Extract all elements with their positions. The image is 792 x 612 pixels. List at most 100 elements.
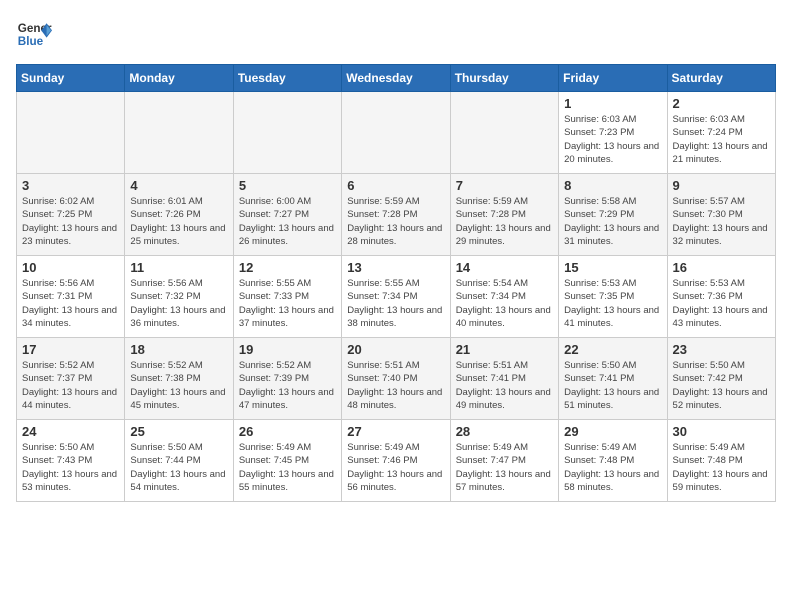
calendar-cell: 17 Sunrise: 5:52 AMSunset: 7:37 PMDayligh…	[17, 338, 125, 420]
day-number: 7	[456, 178, 553, 193]
day-number: 1	[564, 96, 661, 111]
day-info: Sunrise: 5:52 AMSunset: 7:38 PMDaylight:…	[130, 359, 227, 412]
day-number: 18	[130, 342, 227, 357]
weekday-header-row: SundayMondayTuesdayWednesdayThursdayFrid…	[17, 65, 776, 92]
week-row-4: 17 Sunrise: 5:52 AMSunset: 7:37 PMDayligh…	[17, 338, 776, 420]
weekday-header-thursday: Thursday	[450, 65, 558, 92]
calendar-cell: 18 Sunrise: 5:52 AMSunset: 7:38 PMDayligh…	[125, 338, 233, 420]
day-info: Sunrise: 5:50 AMSunset: 7:43 PMDaylight:…	[22, 441, 119, 494]
calendar-cell: 21 Sunrise: 5:51 AMSunset: 7:41 PMDayligh…	[450, 338, 558, 420]
calendar-cell: 6Sunrise: 5:59 AMSunset: 7:28 PMDaylight…	[342, 174, 450, 256]
day-info: Sunrise: 5:49 AMSunset: 7:45 PMDaylight:…	[239, 441, 336, 494]
day-info: Sunrise: 5:49 AMSunset: 7:48 PMDaylight:…	[564, 441, 661, 494]
calendar-cell: 28 Sunrise: 5:49 AMSunset: 7:47 PMDayligh…	[450, 420, 558, 502]
calendar-cell: 22Sunrise: 5:50 AMSunset: 7:41 PMDayligh…	[559, 338, 667, 420]
day-number: 30	[673, 424, 770, 439]
logo-icon: General Blue	[16, 16, 52, 52]
day-number: 27	[347, 424, 444, 439]
day-number: 9	[673, 178, 770, 193]
day-info: Sunrise: 5:53 AMSunset: 7:35 PMDaylight:…	[564, 277, 661, 330]
day-number: 17	[22, 342, 119, 357]
day-number: 5	[239, 178, 336, 193]
calendar-cell: 12 Sunrise: 5:55 AMSunset: 7:33 PMDayligh…	[233, 256, 341, 338]
calendar-cell: 9 Sunrise: 5:57 AMSunset: 7:30 PMDaylight…	[667, 174, 775, 256]
calendar-cell	[233, 92, 341, 174]
day-number: 22	[564, 342, 661, 357]
day-info: Sunrise: 5:56 AMSunset: 7:32 PMDaylight:…	[130, 277, 227, 330]
calendar-cell: 10 Sunrise: 5:56 AMSunset: 7:31 PMDayligh…	[17, 256, 125, 338]
calendar-cell: 29 Sunrise: 5:49 AMSunset: 7:48 PMDayligh…	[559, 420, 667, 502]
day-number: 15	[564, 260, 661, 275]
day-info: Sunrise: 5:51 AMSunset: 7:40 PMDaylight:…	[347, 359, 444, 412]
calendar-cell: 24 Sunrise: 5:50 AMSunset: 7:43 PMDayligh…	[17, 420, 125, 502]
day-info: Sunrise: 6:03 AMSunset: 7:23 PMDaylight:…	[564, 113, 661, 166]
day-info: Sunrise: 5:57 AMSunset: 7:30 PMDaylight:…	[673, 195, 770, 248]
day-info: Sunrise: 6:00 AMSunset: 7:27 PMDaylight:…	[239, 195, 336, 248]
calendar-cell	[17, 92, 125, 174]
calendar-cell: 2 Sunrise: 6:03 AMSunset: 7:24 PMDaylight…	[667, 92, 775, 174]
calendar-cell: 23 Sunrise: 5:50 AMSunset: 7:42 PMDayligh…	[667, 338, 775, 420]
day-number: 23	[673, 342, 770, 357]
day-info: Sunrise: 5:49 AMSunset: 7:47 PMDaylight:…	[456, 441, 553, 494]
calendar-cell: 25 Sunrise: 5:50 AMSunset: 7:44 PMDayligh…	[125, 420, 233, 502]
calendar-cell: 13Sunrise: 5:55 AMSunset: 7:34 PMDayligh…	[342, 256, 450, 338]
calendar-cell	[342, 92, 450, 174]
day-number: 2	[673, 96, 770, 111]
weekday-header-saturday: Saturday	[667, 65, 775, 92]
calendar-cell: 20 Sunrise: 5:51 AMSunset: 7:40 PMDayligh…	[342, 338, 450, 420]
day-info: Sunrise: 5:55 AMSunset: 7:33 PMDaylight:…	[239, 277, 336, 330]
day-number: 12	[239, 260, 336, 275]
calendar-cell: 26 Sunrise: 5:49 AMSunset: 7:45 PMDayligh…	[233, 420, 341, 502]
day-number: 29	[564, 424, 661, 439]
week-row-5: 24 Sunrise: 5:50 AMSunset: 7:43 PMDayligh…	[17, 420, 776, 502]
weekday-header-tuesday: Tuesday	[233, 65, 341, 92]
weekday-header-sunday: Sunday	[17, 65, 125, 92]
weekday-header-monday: Monday	[125, 65, 233, 92]
calendar-cell: 7 Sunrise: 5:59 AMSunset: 7:28 PMDaylight…	[450, 174, 558, 256]
day-number: 14	[456, 260, 553, 275]
day-number: 6	[347, 178, 444, 193]
day-info: Sunrise: 5:52 AMSunset: 7:39 PMDaylight:…	[239, 359, 336, 412]
day-info: Sunrise: 6:03 AMSunset: 7:24 PMDaylight:…	[673, 113, 770, 166]
day-number: 8	[564, 178, 661, 193]
calendar-cell	[125, 92, 233, 174]
calendar-cell: 8 Sunrise: 5:58 AMSunset: 7:29 PMDaylight…	[559, 174, 667, 256]
day-number: 25	[130, 424, 227, 439]
day-number: 21	[456, 342, 553, 357]
day-number: 26	[239, 424, 336, 439]
day-info: Sunrise: 5:59 AMSunset: 7:28 PMDaylight:…	[456, 195, 553, 248]
day-info: Sunrise: 5:49 AMSunset: 7:48 PMDaylight:…	[673, 441, 770, 494]
day-info: Sunrise: 6:01 AMSunset: 7:26 PMDaylight:…	[130, 195, 227, 248]
day-number: 4	[130, 178, 227, 193]
calendar-cell: 1 Sunrise: 6:03 AMSunset: 7:23 PMDaylight…	[559, 92, 667, 174]
day-number: 10	[22, 260, 119, 275]
calendar-cell: 3 Sunrise: 6:02 AMSunset: 7:25 PMDaylight…	[17, 174, 125, 256]
calendar-cell	[450, 92, 558, 174]
day-info: Sunrise: 5:50 AMSunset: 7:42 PMDaylight:…	[673, 359, 770, 412]
day-number: 13	[347, 260, 444, 275]
day-info: Sunrise: 5:54 AMSunset: 7:34 PMDaylight:…	[456, 277, 553, 330]
day-info: Sunrise: 6:02 AMSunset: 7:25 PMDaylight:…	[22, 195, 119, 248]
day-number: 20	[347, 342, 444, 357]
page-header: General Blue	[16, 16, 776, 52]
day-number: 19	[239, 342, 336, 357]
calendar-cell: 27Sunrise: 5:49 AMSunset: 7:46 PMDayligh…	[342, 420, 450, 502]
calendar-cell: 4 Sunrise: 6:01 AMSunset: 7:26 PMDaylight…	[125, 174, 233, 256]
calendar-cell: 5 Sunrise: 6:00 AMSunset: 7:27 PMDaylight…	[233, 174, 341, 256]
day-info: Sunrise: 5:58 AMSunset: 7:29 PMDaylight:…	[564, 195, 661, 248]
day-info: Sunrise: 5:50 AMSunset: 7:44 PMDaylight:…	[130, 441, 227, 494]
calendar-cell: 15 Sunrise: 5:53 AMSunset: 7:35 PMDayligh…	[559, 256, 667, 338]
day-info: Sunrise: 5:52 AMSunset: 7:37 PMDaylight:…	[22, 359, 119, 412]
weekday-header-wednesday: Wednesday	[342, 65, 450, 92]
calendar-cell: 11Sunrise: 5:56 AMSunset: 7:32 PMDayligh…	[125, 256, 233, 338]
calendar-table: SundayMondayTuesdayWednesdayThursdayFrid…	[16, 64, 776, 502]
calendar-cell: 14 Sunrise: 5:54 AMSunset: 7:34 PMDayligh…	[450, 256, 558, 338]
week-row-1: 1 Sunrise: 6:03 AMSunset: 7:23 PMDaylight…	[17, 92, 776, 174]
day-info: Sunrise: 5:51 AMSunset: 7:41 PMDaylight:…	[456, 359, 553, 412]
day-number: 28	[456, 424, 553, 439]
day-info: Sunrise: 5:56 AMSunset: 7:31 PMDaylight:…	[22, 277, 119, 330]
day-info: Sunrise: 5:53 AMSunset: 7:36 PMDaylight:…	[673, 277, 770, 330]
day-number: 24	[22, 424, 119, 439]
calendar-cell: 30 Sunrise: 5:49 AMSunset: 7:48 PMDayligh…	[667, 420, 775, 502]
day-number: 3	[22, 178, 119, 193]
